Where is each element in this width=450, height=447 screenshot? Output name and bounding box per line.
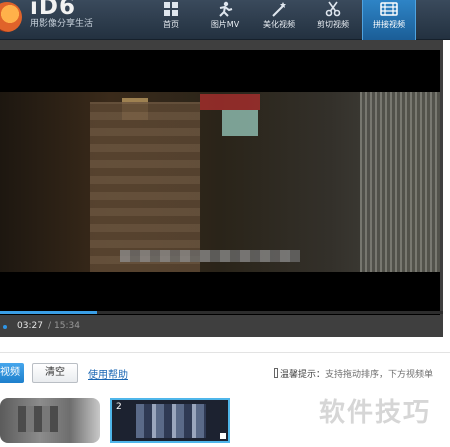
time-bar: 03:27 / 15:34 [0,317,443,337]
logo-icon [0,2,22,32]
nav-join-video[interactable]: 拼接视频 [362,0,416,40]
tip-text: 温馨提示：支持拖动排序，下方视频单 [274,367,433,380]
scissors-icon [325,1,341,17]
current-time: 03:27 [17,321,43,331]
nav-beautify-video-label: 美化视频 [263,20,295,29]
frame-lit-window [222,110,258,136]
wand-icon [272,2,286,17]
figure-icon [219,1,233,17]
film-icon [380,2,398,16]
nav-cut-video[interactable]: 剪切视频 [306,0,360,40]
clip-pixelated-content [136,404,206,438]
tip-prefix: 温馨提示： [280,370,326,380]
nav-join-video-label: 拼接视频 [373,20,405,29]
clear-button[interactable]: 清空 [32,363,78,383]
video-preview[interactable] [0,50,440,315]
frame-rolling-shutter [360,92,440,272]
video-frame [0,92,440,272]
help-link[interactable]: 使用帮助 [88,366,128,381]
nav-picture-mv[interactable]: 图片MV [198,0,252,40]
nav-cut-video-label: 剪切视频 [317,20,349,29]
clip-thumbnail[interactable] [0,398,100,443]
time-separator: / [48,321,52,331]
play-indicator-icon[interactable] [3,325,7,329]
tip-bracket-icon [274,368,278,378]
nav-picture-mv-label: 图片MV [210,20,240,29]
frame-pixelated-person [90,102,200,272]
nav-beautify-video[interactable]: 美化视频 [252,0,306,40]
clip-pixelated-content [18,406,58,432]
grid-icon [164,2,178,16]
progress-fill [0,311,98,314]
frame-light-red [200,94,260,110]
total-time: 15:34 [54,321,80,331]
app-header: iD6 用影像分享生活 首页 图片MV 美化视频 剪切视频 拼接视频 [0,0,450,40]
watermark-text: 软件技巧 [319,398,432,428]
progress-bar[interactable] [0,311,443,314]
merge-video-button[interactable]: 视频 [0,363,24,383]
frame-pixelated-subtitle [120,250,300,262]
nav-home-label: 首页 [163,20,179,29]
nav-home[interactable]: 首页 [144,0,198,40]
tip-body: 支持拖动排序，下方视频单 [325,370,434,380]
clip-corner-marker [220,433,226,439]
clip-thumbnail-selected[interactable]: 2 [110,398,230,443]
app-slogan: 用影像分享生活 [30,19,94,29]
clip-index: 2 [116,402,122,412]
video-player: 03:27 / 15:34 [0,40,443,337]
clip-toolbar: 视频 清空 使用帮助 温馨提示：支持拖动排序，下方视频单 [0,352,450,383]
